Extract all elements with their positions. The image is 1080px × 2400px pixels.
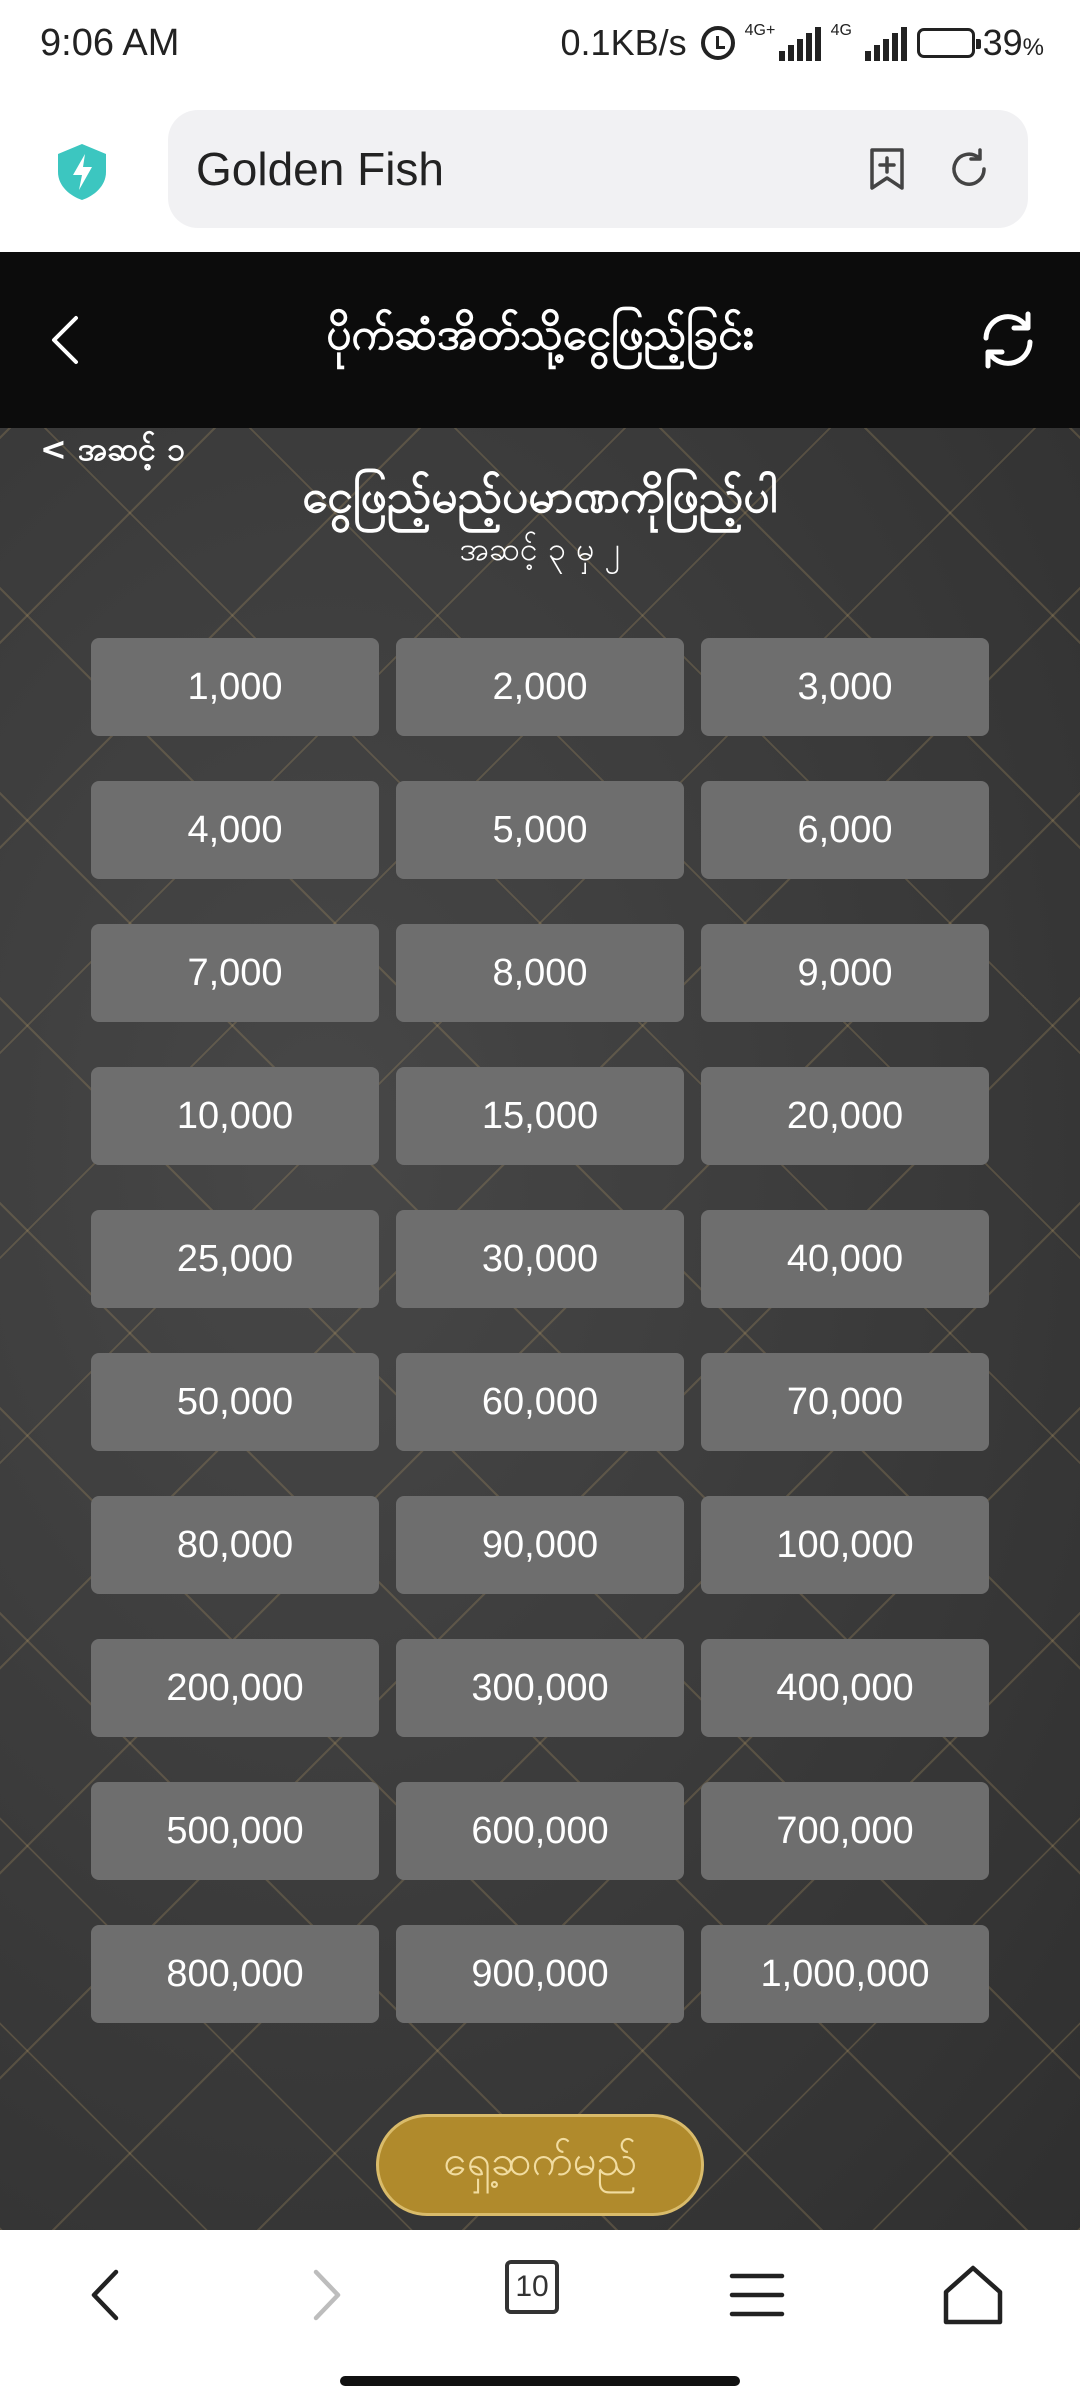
battery-percent: 39% <box>982 22 1044 63</box>
amount-button[interactable]: 80,000 <box>91 1496 379 1594</box>
amount-button[interactable]: 30,000 <box>396 1210 684 1308</box>
url-bar[interactable]: Golden Fish <box>168 110 1028 228</box>
tabs-button[interactable]: 10 <box>505 2260 575 2330</box>
section-title: ငွေဖြည့်မည့်ပမာဏကိုဖြည့်ပါ <box>302 469 778 523</box>
refresh-icon[interactable] <box>976 308 1040 372</box>
amount-button[interactable]: 8,000 <box>396 924 684 1022</box>
network-speed: 0.1KB/s <box>560 22 687 63</box>
signal-label: 4G <box>830 22 852 39</box>
status-bar: 9:06 AM 0.1KB/s 4G+ 4G 39% <box>0 0 1080 96</box>
amount-button[interactable]: 15,000 <box>396 1067 684 1165</box>
amount-button[interactable]: 40,000 <box>701 1210 989 1308</box>
shield-icon[interactable] <box>54 142 110 202</box>
amount-button[interactable]: 800,000 <box>91 1925 379 2023</box>
amount-button[interactable]: 90,000 <box>396 1496 684 1594</box>
amount-button[interactable]: 200,000 <box>91 1639 379 1737</box>
amount-button[interactable]: 300,000 <box>396 1639 684 1737</box>
amount-grid: 1,000 2,000 3,000 4,000 5,000 6,000 7,00… <box>91 638 991 2023</box>
app-header: ပိုက်ဆံအိတ်သို့ငွေဖြည့်ခြင်း <box>0 252 1080 428</box>
step-indicator: အဆင့် ၃ မှ ၂ <box>459 530 621 568</box>
amount-button[interactable]: 3,000 <box>701 638 989 736</box>
amount-button[interactable]: 5,000 <box>396 781 684 879</box>
amount-button[interactable]: 400,000 <box>701 1639 989 1737</box>
amount-button[interactable]: 9,000 <box>701 924 989 1022</box>
signal-label: 4G+ <box>744 22 776 39</box>
tab-count: 10 <box>505 2260 559 2314</box>
home-icon[interactable] <box>938 2260 1008 2330</box>
browser-bottom-nav: 10 <box>0 2230 1080 2400</box>
amount-button[interactable]: 500,000 <box>91 1782 379 1880</box>
main-content: < အဆင့် ၁ ငွေဖြည့်မည့်ပမာဏကိုဖြည့်ပါ အဆင… <box>0 428 1080 2230</box>
reload-icon[interactable] <box>946 146 992 192</box>
amount-button[interactable]: 1,000,000 <box>701 1925 989 2023</box>
menu-icon[interactable] <box>722 2260 792 2330</box>
amount-button[interactable]: 7,000 <box>91 924 379 1022</box>
nav-back-icon[interactable] <box>72 2260 142 2330</box>
amount-button[interactable]: 100,000 <box>701 1496 989 1594</box>
signal-icon-4g: 4G <box>830 22 907 61</box>
amount-button[interactable]: 600,000 <box>396 1782 684 1880</box>
battery-indicator: 39% <box>916 22 1044 64</box>
amount-button[interactable]: 50,000 <box>91 1353 379 1451</box>
browser-toolbar: Golden Fish <box>0 96 1080 252</box>
nav-forward-icon[interactable] <box>290 2260 360 2330</box>
amount-button[interactable]: 6,000 <box>701 781 989 879</box>
home-indicator[interactable] <box>340 2376 740 2386</box>
amount-button[interactable]: 20,000 <box>701 1067 989 1165</box>
amount-button[interactable]: 10,000 <box>91 1067 379 1165</box>
amount-button[interactable]: 1,000 <box>91 638 379 736</box>
amount-button[interactable]: 700,000 <box>701 1782 989 1880</box>
amount-button[interactable]: 900,000 <box>396 1925 684 2023</box>
amount-button[interactable]: 60,000 <box>396 1353 684 1451</box>
amount-button[interactable]: 4,000 <box>91 781 379 879</box>
bookmark-add-icon[interactable] <box>864 146 910 192</box>
amount-button[interactable]: 70,000 <box>701 1353 989 1451</box>
battery-icon <box>916 28 981 58</box>
url-text: Golden Fish <box>196 143 445 195</box>
status-time: 9:06 AM <box>40 22 180 64</box>
page-title: ပိုက်ဆံအိတ်သို့ငွေဖြည့်ခြင်း <box>326 309 754 360</box>
amount-button[interactable]: 25,000 <box>91 1210 379 1308</box>
back-chevron-icon[interactable] <box>48 314 82 366</box>
status-icons: 0.1KB/s 4G+ 4G 39% <box>561 22 1044 64</box>
amount-button[interactable]: 2,000 <box>396 638 684 736</box>
continue-button[interactable]: ရှေ့ဆက်မည် <box>376 2114 704 2216</box>
signal-icon-4g-plus: 4G+ <box>744 22 821 61</box>
alarm-icon <box>700 26 735 60</box>
